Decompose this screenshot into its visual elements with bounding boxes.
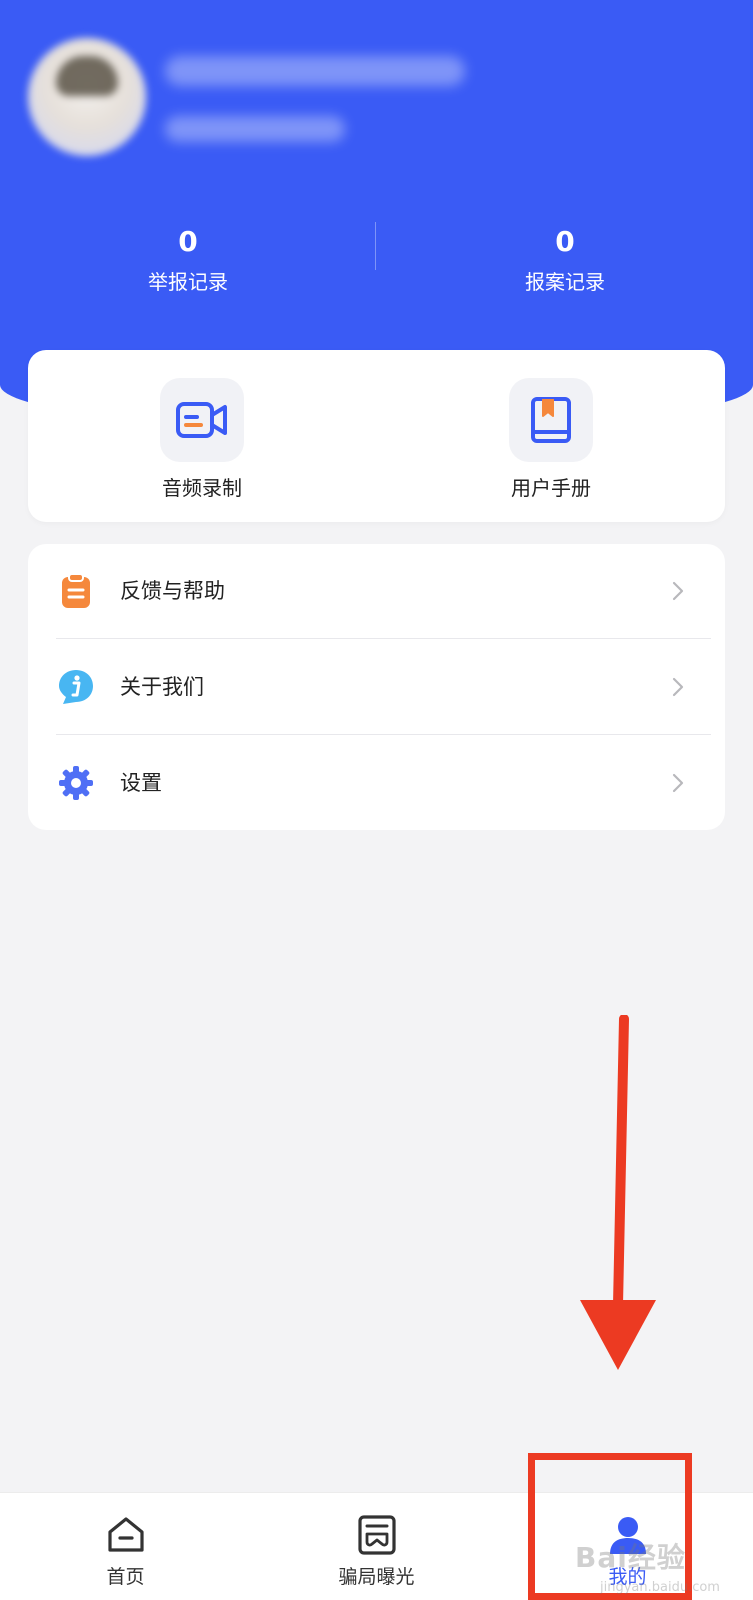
tool-user-manual[interactable]: 用户手册 <box>481 378 621 508</box>
menu-item-label: 关于我们 <box>120 675 204 699</box>
video-camera-icon <box>176 402 227 438</box>
avatar[interactable] <box>28 38 146 156</box>
menu-item-feedback[interactable]: 反馈与帮助 <box>28 544 725 638</box>
info-icon <box>56 667 96 707</box>
watermark-url: jingyan.baidu.com <box>600 1580 720 1595</box>
menu-item-label: 反馈与帮助 <box>120 579 225 603</box>
tab-scam-exposure[interactable]: 骗局曝光 <box>251 1493 502 1600</box>
newspaper-icon <box>353 1511 401 1559</box>
tool-audio-record[interactable]: 音频录制 <box>132 378 272 508</box>
chevron-right-icon <box>672 581 684 601</box>
menu-item-about[interactable]: 关于我们 <box>28 640 725 734</box>
profile-subtitle-blurred <box>165 116 345 142</box>
stat-divider <box>375 222 376 270</box>
tab-home[interactable]: 首页 <box>0 1493 251 1600</box>
stat-label: 举报记录 <box>148 270 228 294</box>
chevron-right-icon <box>672 677 684 697</box>
tool-label: 用户手册 <box>511 476 591 500</box>
tab-label: 骗局曝光 <box>338 1566 415 1588</box>
menu-divider <box>56 638 711 639</box>
stat-label: 报案记录 <box>525 270 605 294</box>
tools-card: 音频录制 用户手册 <box>28 350 725 522</box>
stat-value: 0 <box>555 225 575 258</box>
stat-case-records[interactable]: 0 报案记录 <box>377 222 753 300</box>
tool-tile <box>509 378 593 462</box>
gear-icon <box>56 763 96 803</box>
menu-item-settings[interactable]: 设置 <box>28 736 725 830</box>
menu-divider <box>56 734 711 735</box>
tab-label: 首页 <box>106 1566 145 1588</box>
tool-tile <box>160 378 244 462</box>
menu-item-label: 设置 <box>120 771 162 795</box>
tool-label: 音频录制 <box>162 476 242 500</box>
clipboard-icon <box>56 571 96 611</box>
home-icon <box>102 1511 150 1559</box>
menu-card: 反馈与帮助 关于我们 设置 <box>28 544 725 830</box>
stat-report-records[interactable]: 0 举报记录 <box>0 222 376 300</box>
annotation-highlight-box <box>528 1453 692 1600</box>
chevron-right-icon <box>672 773 684 793</box>
profile-name-blurred <box>165 56 465 86</box>
annotation-arrow <box>580 1015 656 1370</box>
book-icon <box>531 397 571 443</box>
stat-value: 0 <box>178 225 198 258</box>
watermark: Bai经验 <box>575 1541 686 1574</box>
